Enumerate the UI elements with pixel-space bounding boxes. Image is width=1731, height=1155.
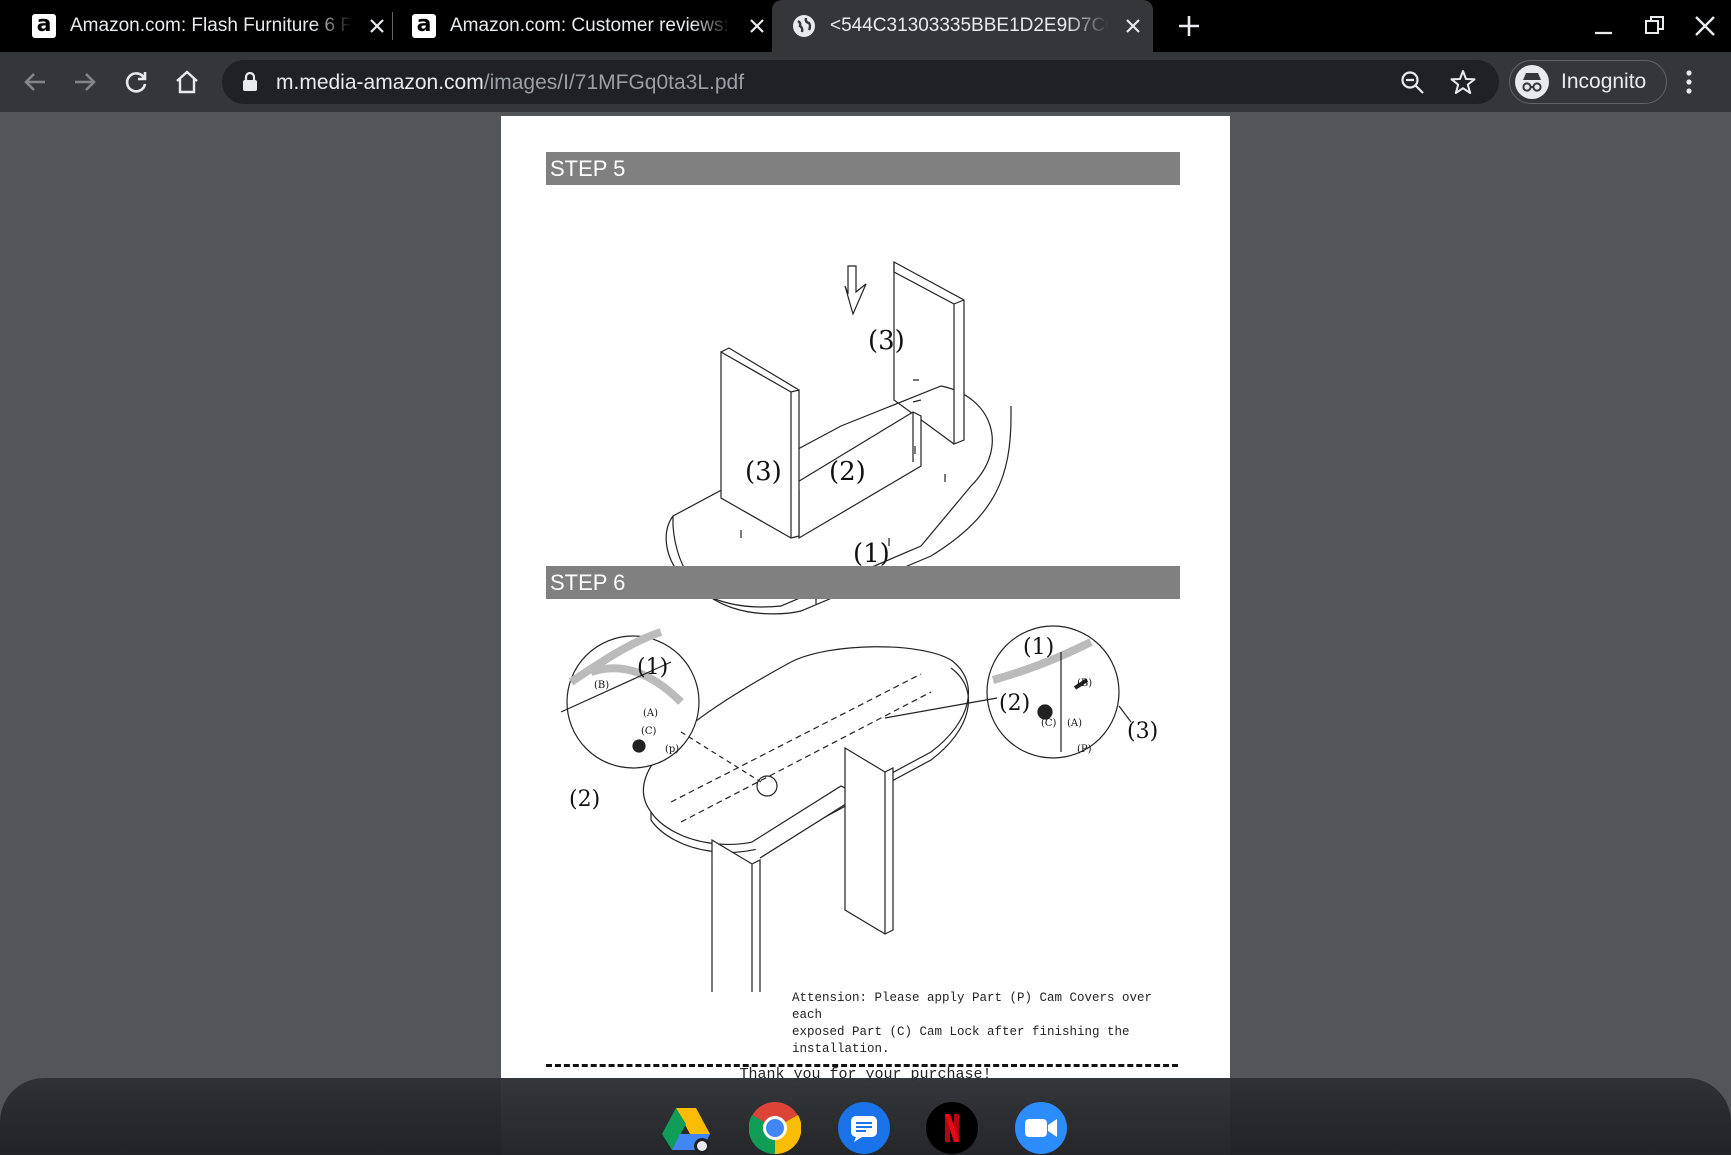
- close-window-icon[interactable]: [1693, 14, 1717, 38]
- tab-amazon-reviews[interactable]: a Amazon.com: Customer reviews: Flash Fu…: [380, 0, 772, 52]
- zoom-icon[interactable]: [1015, 1102, 1067, 1154]
- step5-heading: STEP 5: [546, 152, 1180, 185]
- chrome-icon[interactable]: [748, 1102, 802, 1155]
- messages-icon[interactable]: [838, 1102, 890, 1154]
- right-detail-part3: (3): [1127, 719, 1158, 744]
- part1-label: (1): [853, 539, 890, 569]
- globe-icon: [792, 14, 816, 38]
- step6-illustration: (1) (B) (A) (C) (p) (2) (1) (2) (B) (C) …: [560, 625, 1158, 992]
- tab-title: <544C31303335BBE1D2E9D7C0>: [830, 15, 1108, 37]
- netflix-icon[interactable]: [926, 1102, 978, 1154]
- step6-heading: STEP 6: [546, 566, 1180, 599]
- note-line: exposed Part (C) Cam Lock after finishin…: [792, 1025, 1130, 1039]
- left-detail-part1: (1): [637, 655, 668, 680]
- tab-title: Amazon.com: Customer reviews: Flash Furn…: [450, 15, 732, 37]
- incognito-label: Incognito: [1561, 70, 1647, 93]
- pdf-page: STEP 5 (3) (3) (2) (1) STEP 6 (1) (B) (A…: [501, 116, 1230, 1155]
- address-bar[interactable]: m.media-amazon.com/images/I/71MFGq0ta3L.…: [222, 60, 1499, 104]
- more-menu-icon[interactable]: [1685, 68, 1693, 101]
- right-detail-part2: (2): [999, 691, 1030, 716]
- url-path: /images/I/71MFGq0ta3L.pdf: [483, 71, 745, 94]
- incognito-profile-button[interactable]: Incognito: [1509, 60, 1667, 104]
- right-detail-part1: (1): [1023, 635, 1054, 660]
- forward-icon[interactable]: [71, 68, 99, 96]
- amazon-icon: a: [32, 14, 56, 38]
- right-detail-a: (A): [1067, 718, 1082, 729]
- minimize-icon[interactable]: [1592, 14, 1616, 38]
- tab-title: Amazon.com: Flash Furniture 6 Foot Oval …: [70, 15, 352, 37]
- attention-note: Attension: Please apply Part (P) Cam Cov…: [792, 990, 1182, 1058]
- tab-amazon-product[interactable]: a Amazon.com: Flash Furniture 6 Foot Ova…: [0, 0, 392, 52]
- part3-right-label: (3): [868, 326, 905, 356]
- amazon-icon: a: [412, 14, 436, 38]
- tab-strip: a Amazon.com: Flash Furniture 6 Foot Ova…: [0, 0, 1731, 52]
- close-tab-icon[interactable]: [1122, 15, 1144, 37]
- back-icon[interactable]: [21, 68, 49, 96]
- url-text[interactable]: m.media-amazon.com/images/I/71MFGq0ta3L.…: [276, 71, 744, 95]
- browser-toolbar: m.media-amazon.com/images/I/71MFGq0ta3L.…: [0, 52, 1731, 112]
- note-line: installation.: [792, 1042, 890, 1056]
- left-detail-p: (p): [665, 744, 679, 755]
- incognito-icon: [1515, 65, 1549, 99]
- left-detail-b: (B): [594, 680, 609, 691]
- google-drive-icon[interactable]: [660, 1102, 712, 1154]
- tab-pdf-active[interactable]: <544C31303335BBE1D2E9D7C0>: [772, 0, 1153, 52]
- note-line: Attension: Please apply Part (P) Cam Cov…: [792, 991, 1153, 1022]
- new-tab-button[interactable]: [1175, 12, 1203, 40]
- left-detail-c: (C): [641, 726, 657, 737]
- bookmark-star-icon[interactable]: [1450, 69, 1476, 100]
- part3-left-label: (3): [745, 457, 782, 487]
- left-detail-a: (A): [643, 708, 658, 719]
- zoom-icon[interactable]: [1400, 70, 1426, 101]
- left-detail-part2: (2): [569, 787, 600, 812]
- restore-icon[interactable]: [1643, 14, 1667, 38]
- reload-icon[interactable]: [122, 68, 150, 96]
- part2-label: (2): [829, 457, 866, 487]
- right-detail-c: (C): [1041, 718, 1057, 729]
- right-detail-b: (B): [1077, 678, 1092, 689]
- lock-icon[interactable]: [242, 71, 258, 97]
- url-host: m.media-amazon.com: [276, 71, 484, 94]
- home-icon[interactable]: [173, 68, 201, 96]
- right-detail-p: (P): [1077, 744, 1092, 755]
- close-tab-icon[interactable]: [746, 15, 768, 37]
